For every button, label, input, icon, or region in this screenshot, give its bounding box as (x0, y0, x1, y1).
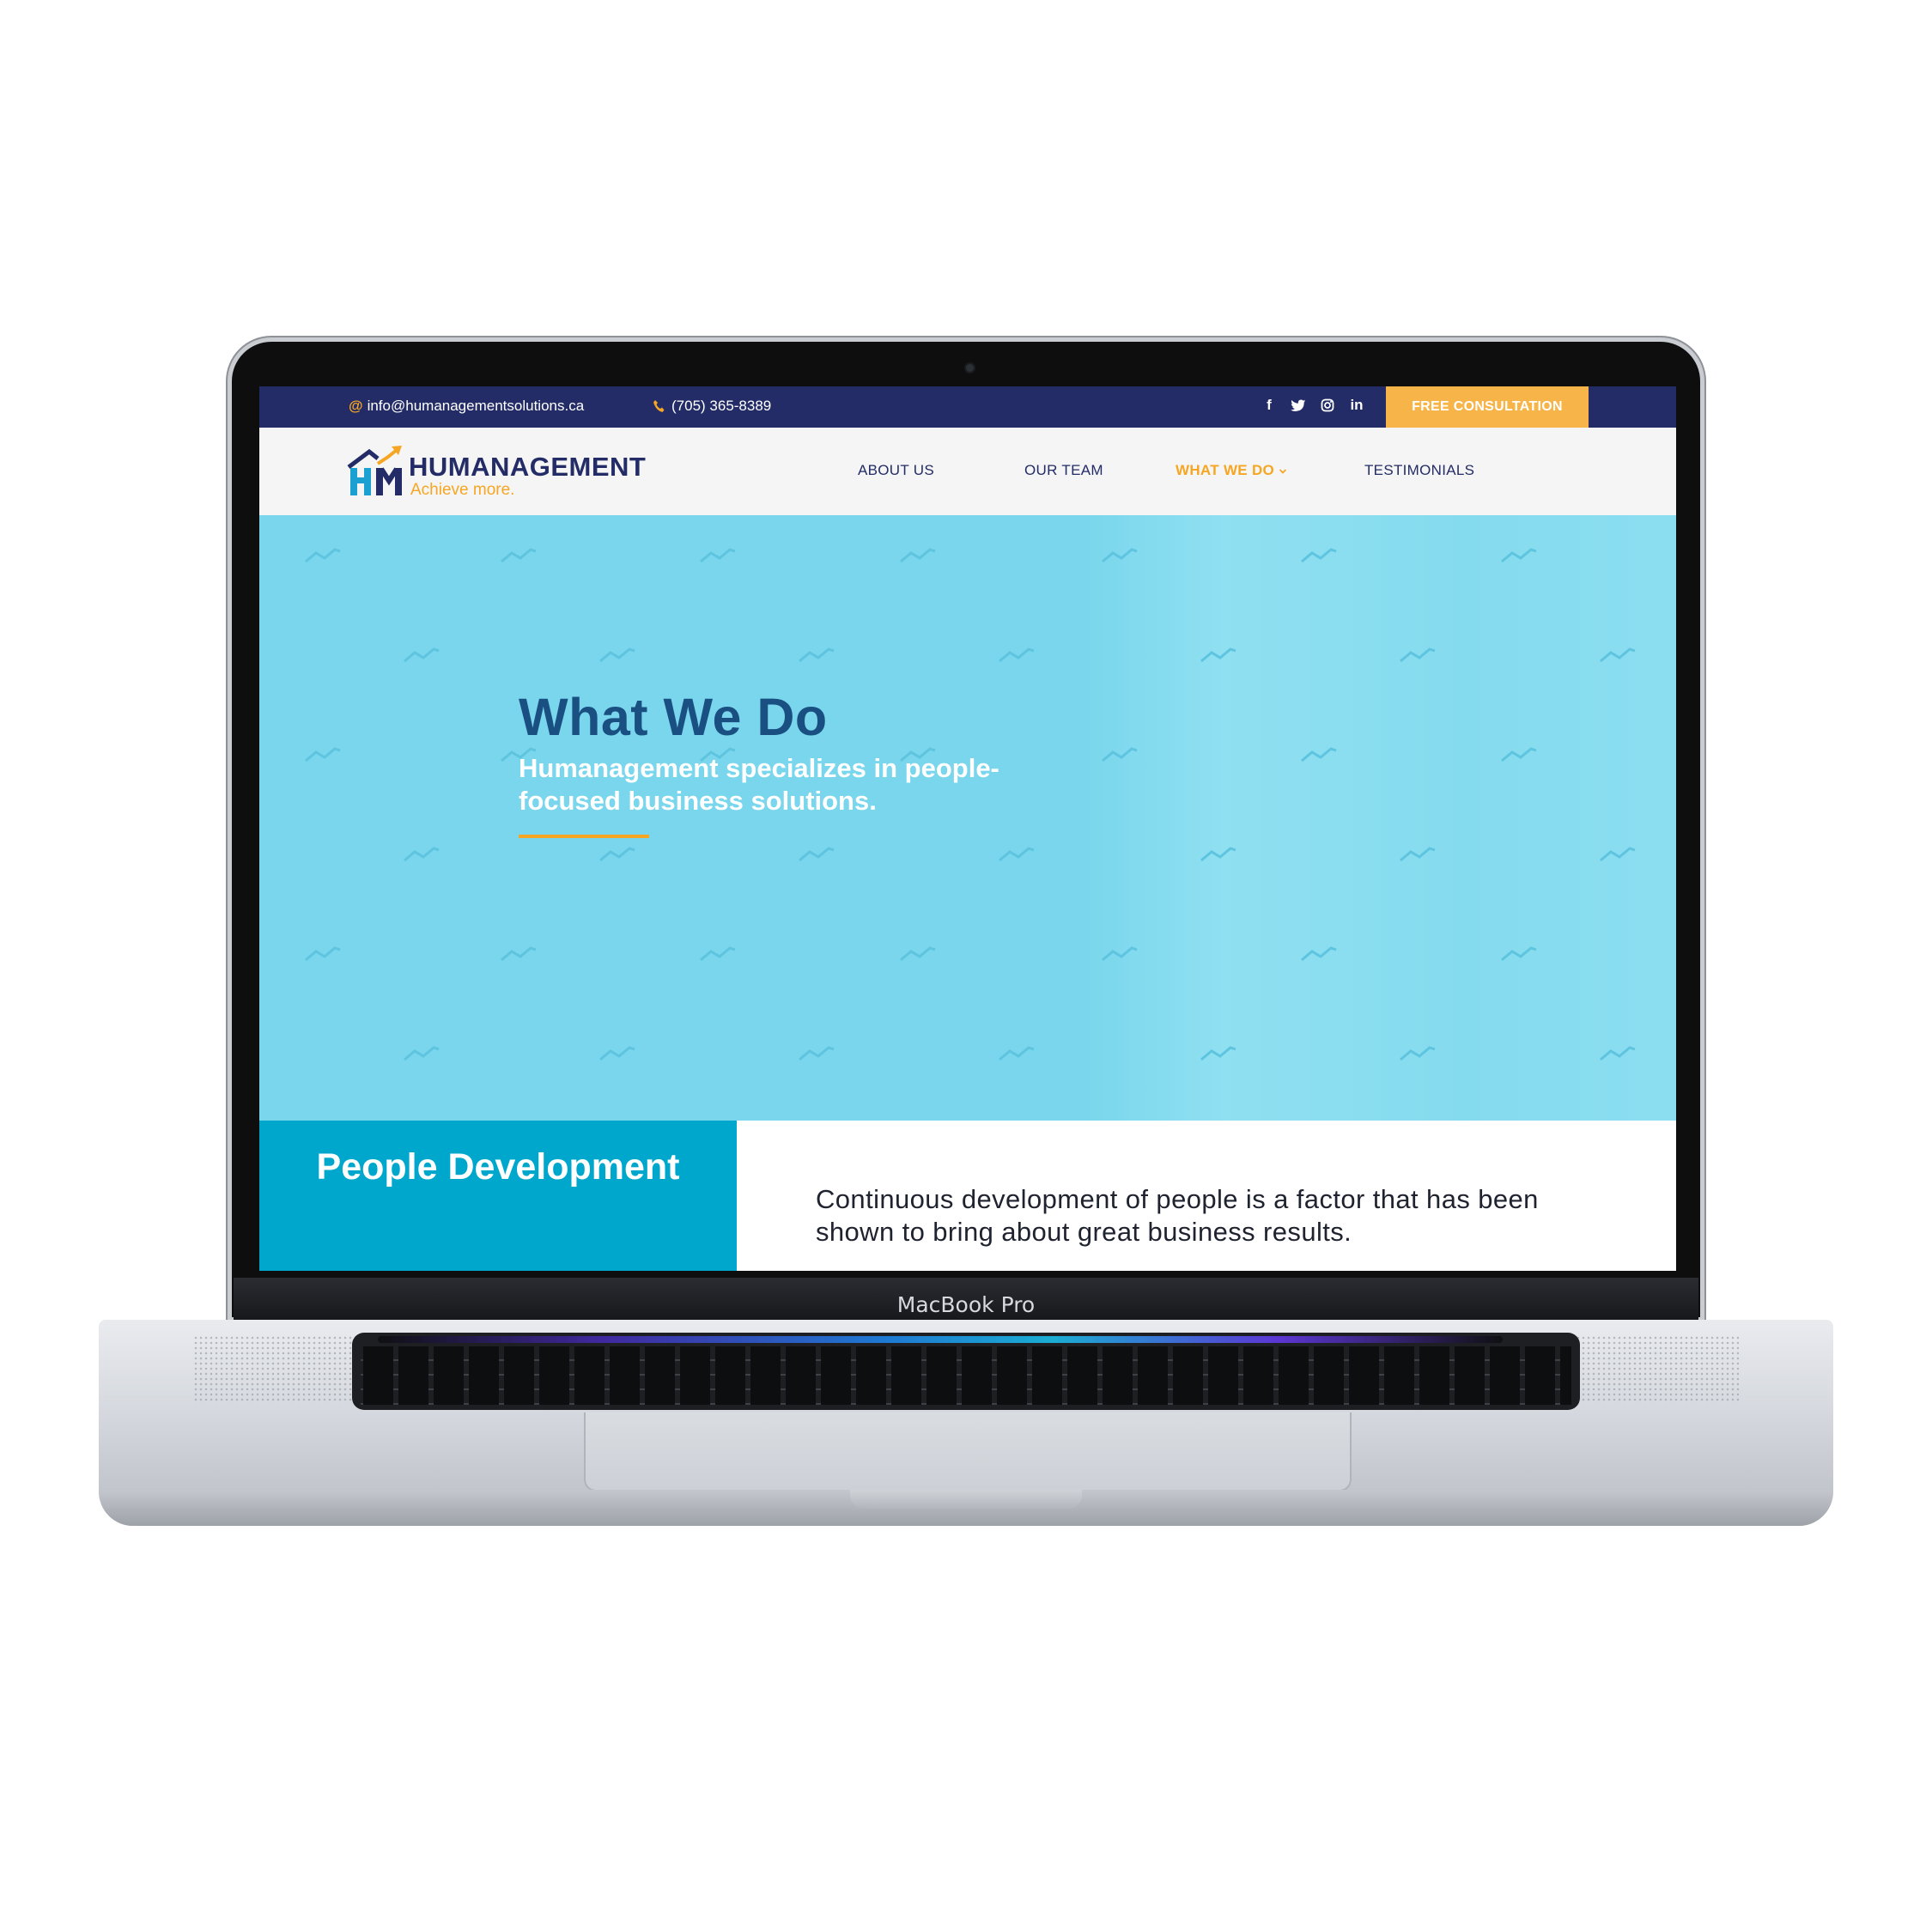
top-bar: @ info@humanagementsolutions.ca (705) 36… (259, 386, 1676, 428)
zigzag-icon (305, 946, 341, 962)
logo-mark-icon (347, 446, 402, 495)
zigzag-icon (1400, 847, 1436, 862)
chevron-down-icon (1279, 469, 1287, 474)
zigzag-icon (999, 1046, 1035, 1061)
twitter-icon[interactable] (1291, 397, 1306, 414)
laptop-screen: @ info@humanagementsolutions.ca (705) 36… (259, 386, 1676, 1271)
camera-icon (966, 364, 974, 372)
zigzag-icon (799, 647, 835, 663)
instagram-icon[interactable] (1320, 397, 1335, 414)
zigzag-icon (999, 847, 1035, 862)
zigzag-icon (1600, 647, 1636, 663)
nav-what-we-do-label: WHAT WE DO (1176, 462, 1275, 478)
linkedin-icon[interactable]: in (1349, 397, 1364, 414)
email-text: info@humanagementsolutions.ca (367, 398, 585, 414)
trackpad (584, 1413, 1352, 1492)
zigzag-icon (700, 946, 736, 962)
section-title-panel: People Development (259, 1121, 737, 1271)
zigzag-icon (1102, 548, 1138, 563)
hero-subtitle: Humanagement specializes in people-focus… (519, 753, 999, 816)
zigzag-icon (1600, 1046, 1636, 1061)
zigzag-icon (1400, 1046, 1436, 1061)
zigzag-icon (599, 847, 635, 862)
zigzag-icon (501, 548, 537, 563)
zigzag-icon (1200, 1046, 1236, 1061)
zigzag-icon (1501, 747, 1537, 762)
logo-name: HUMANAGEMENT (409, 452, 647, 482)
nav-about-us[interactable]: ABOUT US (858, 462, 934, 479)
keyboard-keys (361, 1346, 1571, 1405)
zigzag-icon (1301, 747, 1337, 762)
zigzag-icon (1301, 548, 1337, 563)
zigzag-icon (501, 946, 537, 962)
touch-bar (378, 1336, 1503, 1343)
phone-icon (653, 400, 665, 412)
facebook-icon[interactable]: f (1261, 397, 1277, 414)
zigzag-icon (700, 548, 736, 563)
zigzag-icon (404, 847, 440, 862)
zigzag-icon (1102, 747, 1138, 762)
logo-tagline: Achieve more. (410, 481, 515, 499)
zigzag-icon (305, 548, 341, 563)
zigzag-icon (999, 647, 1035, 663)
model-label: MacBook Pro (896, 1292, 1036, 1317)
twitter-bird-glyph (1291, 399, 1306, 411)
zigzag-icon (599, 647, 635, 663)
main-navigation: HUMANAGEMENT Achieve more. ABOUT US OUR … (259, 428, 1676, 515)
hero-banner: What We Do Humanagement specializes in p… (259, 515, 1676, 1121)
zigzag-icon (404, 1046, 440, 1061)
zigzag-icon (900, 548, 936, 563)
instagram-glyph (1321, 398, 1334, 412)
lid-notch (850, 1490, 1082, 1509)
phone-text: (705) 365-8389 (671, 398, 772, 414)
zigzag-icon (1200, 647, 1236, 663)
section-text: Continuous development of people is a fa… (816, 1184, 1539, 1247)
nav-testimonials[interactable]: TESTIMONIALS (1364, 462, 1474, 479)
speaker-grille-right (1576, 1335, 1739, 1404)
zigzag-icon (1102, 946, 1138, 962)
nav-our-team[interactable]: OUR TEAM (1024, 462, 1103, 479)
section-title: People Development (316, 1146, 680, 1188)
speaker-grille-left (193, 1335, 356, 1404)
zigzag-icon (404, 647, 440, 663)
zigzag-icon (900, 946, 936, 962)
zigzag-icon (799, 847, 835, 862)
hero-title: What We Do (519, 688, 828, 746)
zigzag-icon (1600, 847, 1636, 862)
email-link[interactable]: @ info@humanagementsolutions.ca (349, 398, 584, 415)
phone-link[interactable]: (705) 365-8389 (653, 398, 771, 415)
hero-divider (519, 835, 649, 838)
zigzag-icon (599, 1046, 635, 1061)
social-links: f in (1261, 397, 1364, 414)
zigzag-icon (1501, 946, 1537, 962)
logo[interactable]: HUMANAGEMENT Achieve more. (347, 445, 665, 501)
at-icon: @ (349, 398, 363, 414)
zigzag-icon (1501, 548, 1537, 563)
zigzag-icon (305, 747, 341, 762)
zigzag-icon (799, 1046, 835, 1061)
zigzag-icon (1400, 647, 1436, 663)
zigzag-icon (1200, 847, 1236, 862)
nav-what-we-do[interactable]: WHAT WE DO (1176, 462, 1287, 479)
zigzag-icon (1301, 946, 1337, 962)
free-consultation-button[interactable]: FREE CONSULTATION (1386, 386, 1589, 428)
